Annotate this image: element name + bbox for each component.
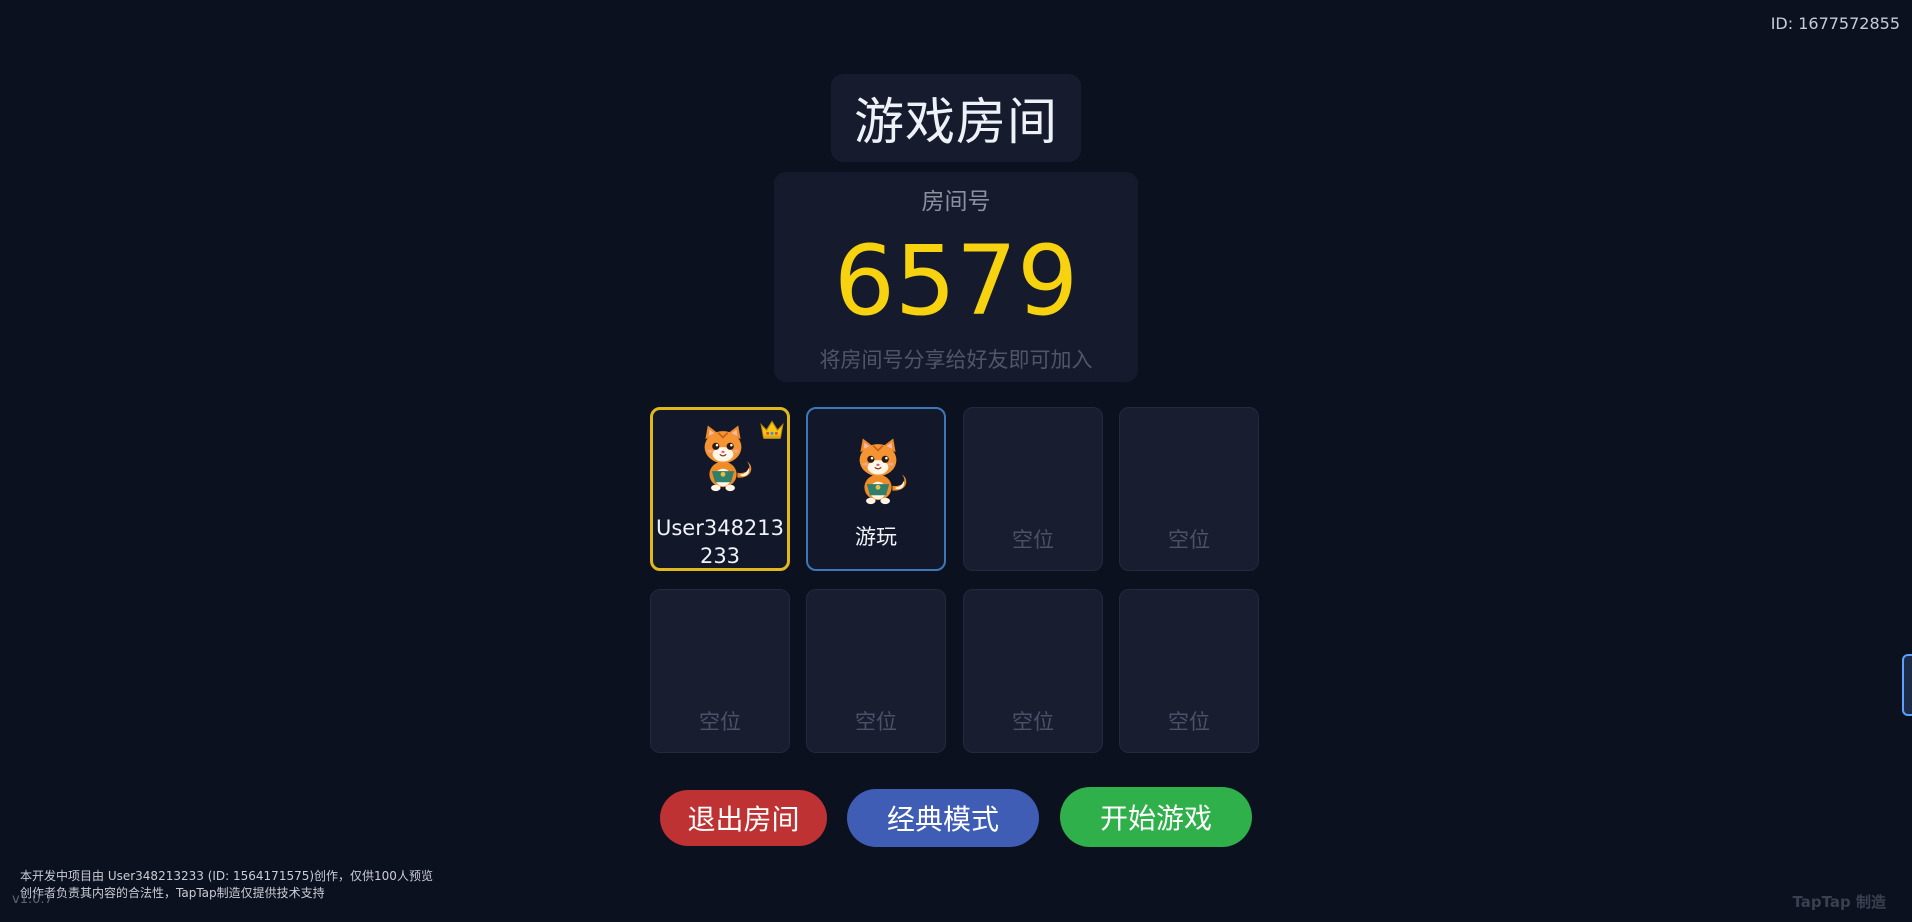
start-game-button[interactable]: 开始游戏 — [1060, 787, 1252, 847]
player-slot-empty[interactable]: 空位 — [963, 407, 1103, 571]
host-player-name: User348213 233 — [653, 514, 787, 570]
room-code-label: 房间号 — [921, 189, 991, 215]
host-player-name-line2: 233 — [699, 544, 741, 568]
side-drawer-handle[interactable] — [1902, 654, 1912, 716]
empty-slot-label: 空位 — [1168, 710, 1210, 734]
empty-slot-label: 空位 — [1012, 528, 1054, 552]
dev-notice: 本开发中项目由 User348213233 (ID: 1564171575)创作… — [20, 868, 433, 902]
empty-slot-label: 空位 — [855, 710, 897, 734]
player-slot-empty[interactable]: 空位 — [650, 589, 790, 753]
taptap-brand-logo: TapTap 制造 — [1792, 893, 1886, 911]
page-title-box: 游戏房间 — [831, 74, 1081, 162]
player-slot-self[interactable]: 游玩 — [806, 407, 946, 571]
game-mode-button[interactable]: 经典模式 — [847, 789, 1039, 847]
empty-slot-label: 空位 — [1012, 710, 1054, 734]
exit-room-button[interactable]: 退出房间 — [660, 790, 827, 846]
player-slot-empty[interactable]: 空位 — [1119, 407, 1259, 571]
empty-slot-label: 空位 — [1168, 528, 1210, 552]
user-id-label: ID: 1677572855 — [1770, 14, 1900, 33]
empty-slot-label: 空位 — [699, 710, 741, 734]
version-label: v1.0.7 — [12, 892, 53, 907]
player-slot-host[interactable]: User348213 233 — [650, 407, 790, 571]
page-title: 游戏房间 — [854, 93, 1058, 151]
dev-notice-line2: 创作者负责其内容的合法性，TapTap制造仅提供技术支持 — [20, 886, 325, 900]
player-slot-empty[interactable]: 空位 — [1119, 589, 1259, 753]
cat-avatar-icon — [691, 420, 755, 495]
room-share-hint: 将房间号分享给好友即可加入 — [819, 348, 1093, 372]
crown-icon — [759, 418, 785, 440]
cat-avatar-icon — [846, 433, 910, 508]
room-code-number: 6579 — [833, 225, 1079, 337]
dev-notice-line1: 本开发中项目由 User348213233 (ID: 1564171575)创作… — [20, 869, 433, 883]
host-player-name-line1: User348213 — [655, 516, 785, 540]
self-player-name: 游玩 — [855, 525, 897, 549]
room-code-card: 房间号 6579 将房间号分享给好友即可加入 — [774, 172, 1138, 382]
player-slot-empty[interactable]: 空位 — [963, 589, 1103, 753]
player-slot-empty[interactable]: 空位 — [806, 589, 946, 753]
